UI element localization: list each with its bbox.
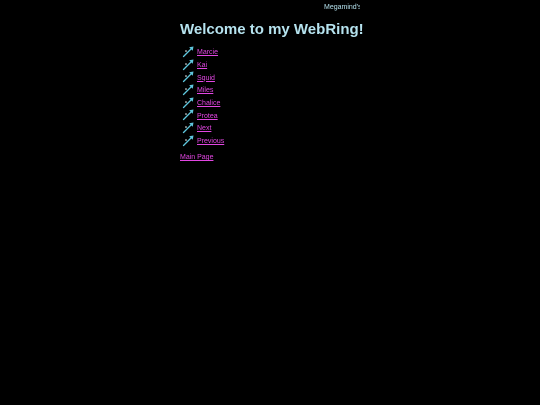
- arrow-pointer-glyph: [182, 84, 194, 96]
- arrow-pointer-glyph: [182, 71, 194, 83]
- arrow-pointer-icon: [182, 108, 195, 121]
- arrow-pointer-icon: [182, 83, 195, 96]
- page-title: Welcome to my WebRing!: [180, 21, 364, 38]
- arrow-pointer-glyph: [182, 109, 194, 121]
- marquee: Megamind's WebRing: [180, 2, 360, 14]
- previous-link[interactable]: Previous: [197, 136, 224, 148]
- webring-link-squid[interactable]: Squid: [197, 73, 215, 85]
- arrow-pointer-icon: [182, 96, 195, 109]
- arrow-pointer-glyph: [182, 46, 194, 57]
- webring-link-marcie[interactable]: Marcie: [197, 47, 218, 59]
- arrow-pointer-glyph: [182, 97, 194, 108]
- arrow-pointer-icon: [182, 70, 195, 83]
- arrow-pointer-icon: [182, 58, 195, 71]
- webring-link-protea[interactable]: Protea: [197, 111, 218, 123]
- arrow-pointer-icon: [182, 121, 195, 134]
- webring-link-chalice[interactable]: Chalice: [197, 98, 220, 110]
- list-item: Previous: [182, 134, 224, 149]
- next-link[interactable]: Next: [197, 123, 211, 135]
- marquee-text: Megamind's WebRing: [324, 4, 360, 11]
- arrow-pointer-icon: [182, 45, 195, 58]
- main-page-link[interactable]: Main Page: [180, 152, 213, 164]
- arrow-pointer-glyph: [182, 135, 194, 146]
- webring-link-miles[interactable]: Miles: [197, 85, 213, 97]
- webring-link-kai[interactable]: Kai: [197, 60, 207, 72]
- arrow-pointer-icon: [182, 134, 195, 147]
- arrow-pointer-glyph: [182, 59, 194, 70]
- arrow-pointer-glyph: [182, 122, 194, 134]
- webring-list: Marcie Kai Squid Miles Chalice Protea Ne…: [182, 45, 224, 149]
